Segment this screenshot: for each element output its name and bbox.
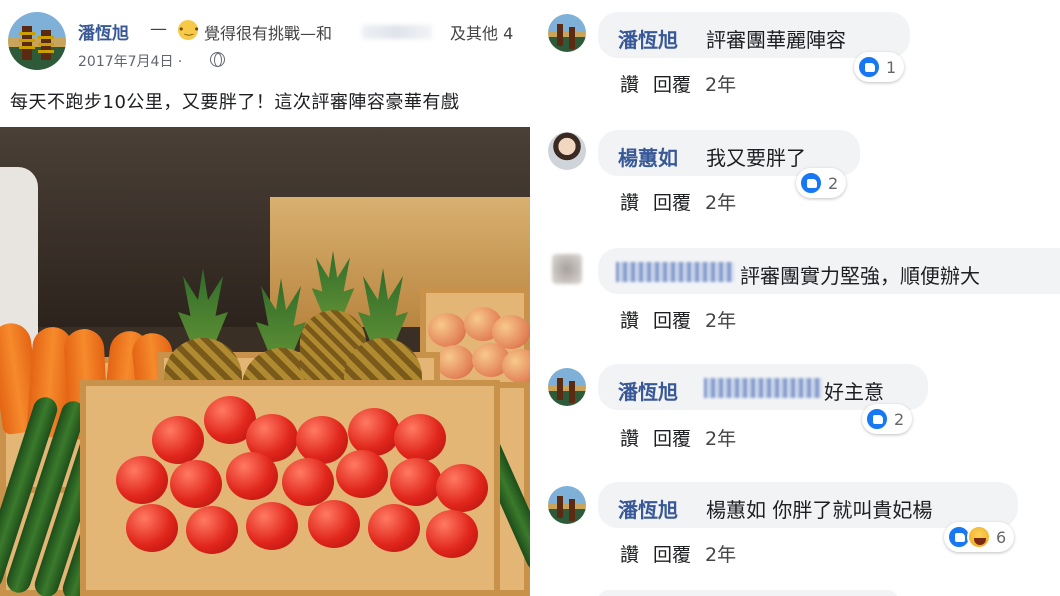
reaction-count: 2 [828,173,839,193]
comment-author[interactable]: 楊蕙如 [618,142,678,171]
comment-actions: 讚回覆 2年 [620,306,750,333]
reaction-summary[interactable]: 2 [796,168,847,198]
post-author-avatar[interactable] [8,12,66,70]
comment-time[interactable]: 2年 [705,428,736,450]
comment-time[interactable]: 2年 [705,192,736,214]
like-icon [857,55,881,79]
comment-actions: 讚回覆 2年 [620,188,750,215]
like-icon [799,171,823,195]
comment-avatar[interactable] [548,14,586,52]
post-date[interactable]: 2017年7月4日 · [78,51,182,71]
comment-text: 評審團華麗陣容 [706,28,846,52]
comment-avatar[interactable] [548,368,586,406]
like-link[interactable]: 讚 [620,74,639,96]
like-icon [865,407,889,431]
comment-text: 評審團實力堅強，順便辦大 [740,264,980,288]
reply-link[interactable]: 回覆 [653,74,691,96]
tagged-others-link[interactable]: 及其他 4 [450,20,513,44]
like-link[interactable]: 讚 [620,192,639,214]
comment-author-blurred [616,262,734,282]
comment-bubble: 潘恆旭 評審團華麗陣容 [598,12,910,58]
reaction-count: 6 [996,527,1007,547]
like-link[interactable]: 讚 [620,428,639,450]
feeling-emoji-icon: •‿• [178,20,200,40]
comment-time[interactable]: 2年 [705,310,736,332]
reply-link[interactable]: 回覆 [653,310,691,332]
post-author-name[interactable]: 潘恆旭 [78,19,129,44]
post-photo[interactable] [0,127,530,596]
comment-text: 楊蕙如 你胖了就叫貴妃楊 [706,498,933,522]
comment-avatar[interactable] [548,486,586,524]
like-link[interactable]: 讚 [620,310,639,332]
reaction-summary[interactable]: 1 [854,52,905,82]
comment-author[interactable]: 潘恆旭 [618,24,678,53]
post-dash: — [150,19,167,39]
comment-actions: 讚回覆 2年 [620,424,750,451]
globe-icon [210,52,225,67]
comment-actions: 讚回覆 2年 [620,70,750,97]
haha-icon [967,525,991,549]
comment-author[interactable]: 潘恆旭 [618,494,678,523]
reply-link[interactable]: 回覆 [653,544,691,566]
reaction-summary[interactable]: 6 [944,522,1015,552]
post-text: 每天不跑步10公里，又要胖了！這次評審陣容豪華有戲 [10,92,460,113]
reaction-summary[interactable]: 2 [862,404,913,434]
post-card: 潘恆旭 — •‿• 覺得很有挑戰—和 及其他 4 2017年7月4日 · 每天不… [0,0,540,596]
next-comment-bubble-partial [598,590,898,596]
comment-time[interactable]: 2年 [705,74,736,96]
comment-text: 我又要胖了 [706,146,806,170]
comment-text: 好主意 [824,380,884,404]
reply-link[interactable]: 回覆 [653,428,691,450]
comment-author[interactable]: 潘恆旭 [618,376,678,405]
comment-actions: 讚回覆 2年 [620,540,750,567]
comment-bubble: 評審團實力堅強，順便辦大 [598,248,1060,294]
like-link[interactable]: 讚 [620,544,639,566]
reply-link[interactable]: 回覆 [653,192,691,214]
tagged-names-blurred [362,25,432,39]
post-feeling-text: 覺得很有挑戰—和 [204,24,333,43]
comment-bubble: 潘恆旭 楊蕙如 你胖了就叫貴妃楊 [598,482,1018,528]
reaction-count: 2 [894,409,905,429]
tomato-crate [80,380,500,596]
comments-section: 潘恆旭 評審團華麗陣容 1 讚回覆 2年 楊蕙如 我又要胖了 2 讚回覆 2年 評審… [540,0,1060,596]
reaction-count: 1 [886,57,897,77]
mention-blurred [704,378,822,398]
comment-time[interactable]: 2年 [705,544,736,566]
comment-avatar[interactable] [548,132,586,170]
comment-avatar-blurred[interactable] [552,254,582,284]
